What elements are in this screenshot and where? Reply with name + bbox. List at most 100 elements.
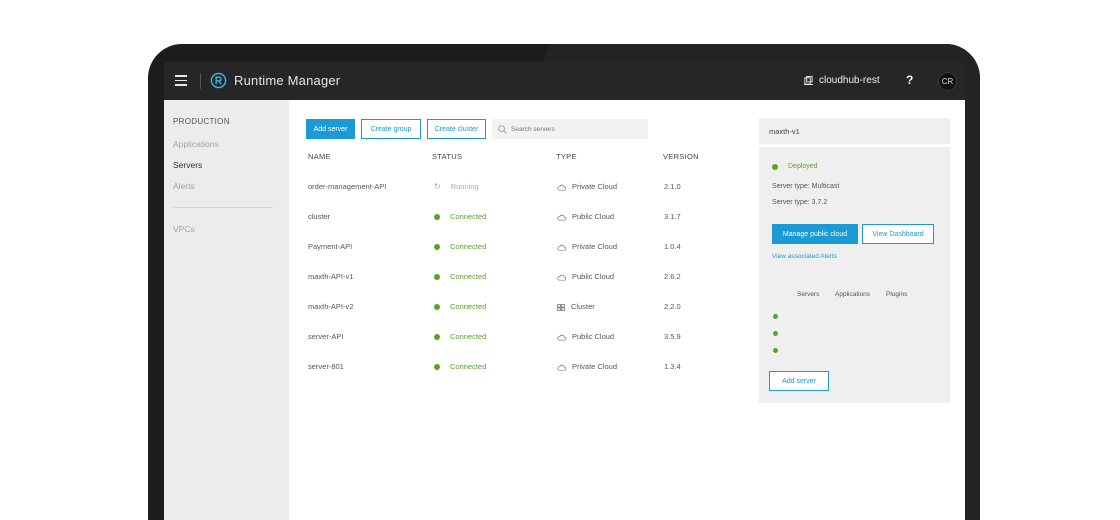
table-row[interactable]: maxth-API-v2 Connected Cluster 2.2.0 [289,302,745,332]
cloud-icon [557,274,566,281]
server-type: Private Cloud [557,242,617,252]
topbar-divider [200,73,201,89]
tab-applications[interactable]: Applications [835,291,870,298]
table-row[interactable]: maxth-API-v1 Connected Public Cloud 2.6.… [289,272,745,302]
server-name: cluster [308,212,331,221]
add-server-panel-button[interactable]: Add server [769,371,829,391]
type-label: Private Cloud [572,242,618,251]
status-dot-icon [773,331,778,336]
status-label: Connected [450,332,487,341]
server-name: maxth-API-v2 [308,302,354,311]
sidebar-item-servers[interactable]: Servers [173,160,202,170]
status-dot-icon [434,244,440,250]
details-panel: Deployed Server type: Multicast Server t… [759,147,950,403]
server-type: Cluster [557,302,595,312]
tab-plugins[interactable]: Plugins [886,291,907,298]
status-label: Connected [450,242,487,251]
cloud-icon [557,214,566,221]
org-name: cloudhub-rest [819,75,880,86]
cloud-icon [557,184,566,191]
status-dot-icon [434,274,440,280]
server-type: Public Cloud [557,212,614,222]
server-version: 3.5.9 [664,332,681,341]
column-header-type: TYPE [556,152,577,161]
status-label: Connected [450,272,487,281]
user-avatar[interactable]: CR [938,72,957,91]
add-server-button[interactable]: Add server [306,119,355,139]
column-header-version: VERSION [663,152,699,161]
type-label: Public Cloud [572,332,615,341]
server-name: Payment-API [308,242,353,251]
details-title: maxth-v1 [759,118,950,144]
servers-main: Add server Create group Create cluster N… [289,100,745,520]
server-type: Private Cloud [557,362,617,372]
status-dot-icon [434,304,440,310]
cloud-icon [557,244,566,251]
deployed-label: Deployed [788,163,818,170]
sidebar: PRODUCTION Applications Servers Alerts V… [164,100,289,520]
hamburger-menu-icon[interactable] [175,75,187,86]
status-dot-icon [434,214,440,220]
server-version-info: Server type: 3.7.2 [772,199,828,206]
server-name: maxth-API-v1 [308,272,354,281]
status-dot-icon [773,348,778,353]
help-icon[interactable]: ? [906,73,913,87]
deployed-status: Deployed [772,163,818,170]
refresh-icon: ↻ [434,182,441,191]
server-type: Public Cloud [557,332,614,342]
server-version: 2.6.2 [664,272,681,281]
server-version: 2.1.0 [664,182,681,191]
type-label: Private Cloud [572,182,618,191]
tab-servers[interactable]: Servers [797,291,819,298]
org-selector[interactable]: cloudhub-rest [804,75,880,86]
status-label: Connected [450,362,487,371]
server-version: 1.3.4 [664,362,681,371]
view-dashboard-button[interactable]: View Dashboard [862,224,934,244]
search-box[interactable] [492,119,648,139]
status-dot-icon [434,364,440,370]
type-label: Cluster [571,302,595,311]
table-row[interactable]: server-API Connected Public Cloud 3.5.9 [289,332,745,362]
type-label: Public Cloud [572,212,615,221]
server-version: 2.2.0 [664,302,681,311]
server-status: Connected [434,302,486,312]
server-status: ↻ Running [434,182,479,192]
app-screen: Runtime Manager cloudhub-rest ? CR PRODU… [164,62,965,520]
type-label: Private Cloud [572,362,618,371]
cloud-icon [557,334,566,341]
search-input[interactable] [511,125,641,133]
sidebar-section-production: PRODUCTION [173,117,230,126]
create-group-button[interactable]: Create group [361,119,421,139]
view-alerts-link[interactable]: View associated Alerts [772,253,837,260]
server-status: Connected [434,272,486,282]
search-icon [498,124,507,134]
table-row[interactable]: order-management-API ↻ Running Private Cl… [289,182,745,212]
sidebar-item-vpcs[interactable]: VPCs [173,224,195,234]
sidebar-item-applications[interactable]: Applications [173,139,219,149]
manage-public-cloud-button[interactable]: Manage public cloud [772,224,858,244]
create-cluster-button[interactable]: Create cluster [427,119,486,139]
sidebar-item-alerts[interactable]: Alerts [173,181,195,191]
status-dot-icon [773,314,778,319]
table-row[interactable]: server-801 Connected Private Cloud 1.3.4 [289,362,745,392]
table-row[interactable]: cluster Connected Public Cloud 3.1.7 [289,212,745,242]
status-dot-icon [434,334,440,340]
status-label: Connected [450,302,487,311]
building-icon [804,76,813,85]
type-label: Public Cloud [572,272,615,281]
column-header-name: NAME [308,152,331,161]
server-status: Connected [434,212,486,222]
table-row[interactable]: Payment-API Connected Private Cloud 1.0.… [289,242,745,272]
server-status: Connected [434,332,486,342]
runtime-manager-logo-icon [210,72,227,89]
sidebar-divider [173,207,273,208]
server-type: Public Cloud [557,272,614,282]
cloud-icon [557,364,566,371]
server-type-info: Server type: Multicast [772,183,840,190]
status-dot-icon [772,163,778,170]
server-status: Connected [434,362,486,372]
cluster-icon [557,303,565,311]
status-label: Connected [450,212,487,221]
column-header-status: STATUS [432,152,463,161]
server-name: server-API [308,332,344,341]
